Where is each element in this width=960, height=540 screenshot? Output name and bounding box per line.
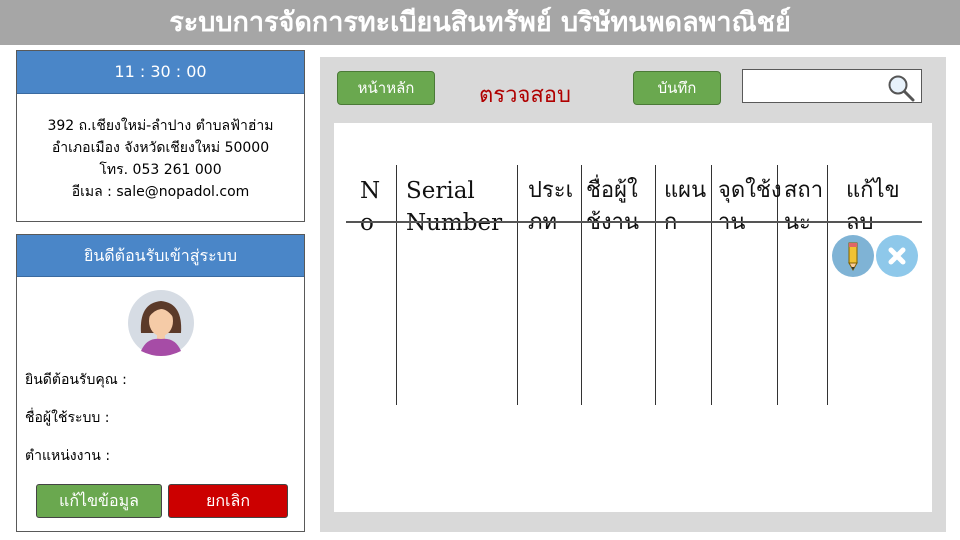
search-icon[interactable] bbox=[887, 74, 915, 102]
header-divider bbox=[346, 221, 922, 223]
header-serial-number: Serial Number bbox=[406, 178, 503, 236]
column-divider bbox=[396, 165, 397, 405]
close-icon bbox=[888, 247, 906, 265]
address-line: อำเภอเมือง จังหวัดเชียงใหม่ 50000 bbox=[51, 140, 270, 156]
header-edit-delete: แก้ไข ลบ bbox=[846, 178, 900, 235]
address-line: 392 ถ.เชียงใหม่-ลำปาง ตำบลฟ้าฮ่าม bbox=[47, 118, 274, 134]
main-area: หน้าหลัก ตรวจสอบสถานะ บันทึก No Serial N… bbox=[320, 57, 946, 532]
header-location: จุดใช้งาน bbox=[718, 178, 782, 235]
delete-button[interactable] bbox=[876, 235, 918, 277]
app-title: ระบบการจัดการทะเบียนสินทรัพย์ บริษัทนพดล… bbox=[0, 0, 960, 45]
welcome-title: ยินดีต้อนรับเข้าสู่ระบบ bbox=[17, 235, 304, 277]
home-button[interactable]: หน้าหลัก bbox=[337, 71, 435, 105]
user-avatar-icon bbox=[128, 290, 194, 356]
welcome-user-label: ยินดีต้อนรับคุณ : bbox=[25, 372, 127, 388]
save-button[interactable]: บันทึก bbox=[633, 71, 721, 105]
asset-table: No Serial Number ประเภท ชื่อผู้ใช้งาน แผ… bbox=[334, 123, 932, 512]
company-address: 392 ถ.เชียงใหม่-ลำปาง ตำบลฟ้าฮ่าม อำเภอเ… bbox=[17, 115, 304, 203]
column-divider bbox=[581, 165, 582, 405]
username-label: ชื่อผู้ใช้ระบบ : bbox=[25, 410, 110, 426]
clock-display: 11 : 30 : 00 bbox=[17, 51, 304, 94]
edit-button[interactable] bbox=[832, 235, 874, 277]
edit-profile-button[interactable]: แก้ไขข้อมูล bbox=[36, 484, 162, 518]
column-divider bbox=[655, 165, 656, 405]
email-line: อีเมล : sale@nopadol.com bbox=[71, 184, 250, 200]
pencil-icon bbox=[848, 242, 858, 272]
search-input[interactable] bbox=[742, 69, 922, 103]
cancel-button[interactable]: ยกเลิก bbox=[168, 484, 288, 518]
company-info-panel: 11 : 30 : 00 392 ถ.เชียงใหม่-ลำปาง ตำบลฟ… bbox=[16, 50, 305, 222]
header-type: ประเภท bbox=[528, 178, 574, 235]
header-no: No bbox=[360, 178, 381, 236]
phone-line: โทร. 053 261 000 bbox=[99, 162, 222, 178]
header-status: สถานะ bbox=[784, 178, 824, 235]
header-user-name: ชื่อผู้ใช้งาน bbox=[586, 178, 640, 235]
welcome-panel: ยินดีต้อนรับเข้าสู่ระบบ ยินดีต้อนรับคุณ … bbox=[16, 234, 305, 532]
header-department: แผนก bbox=[664, 178, 707, 235]
position-label: ตำแหน่งงาน : bbox=[25, 448, 111, 464]
